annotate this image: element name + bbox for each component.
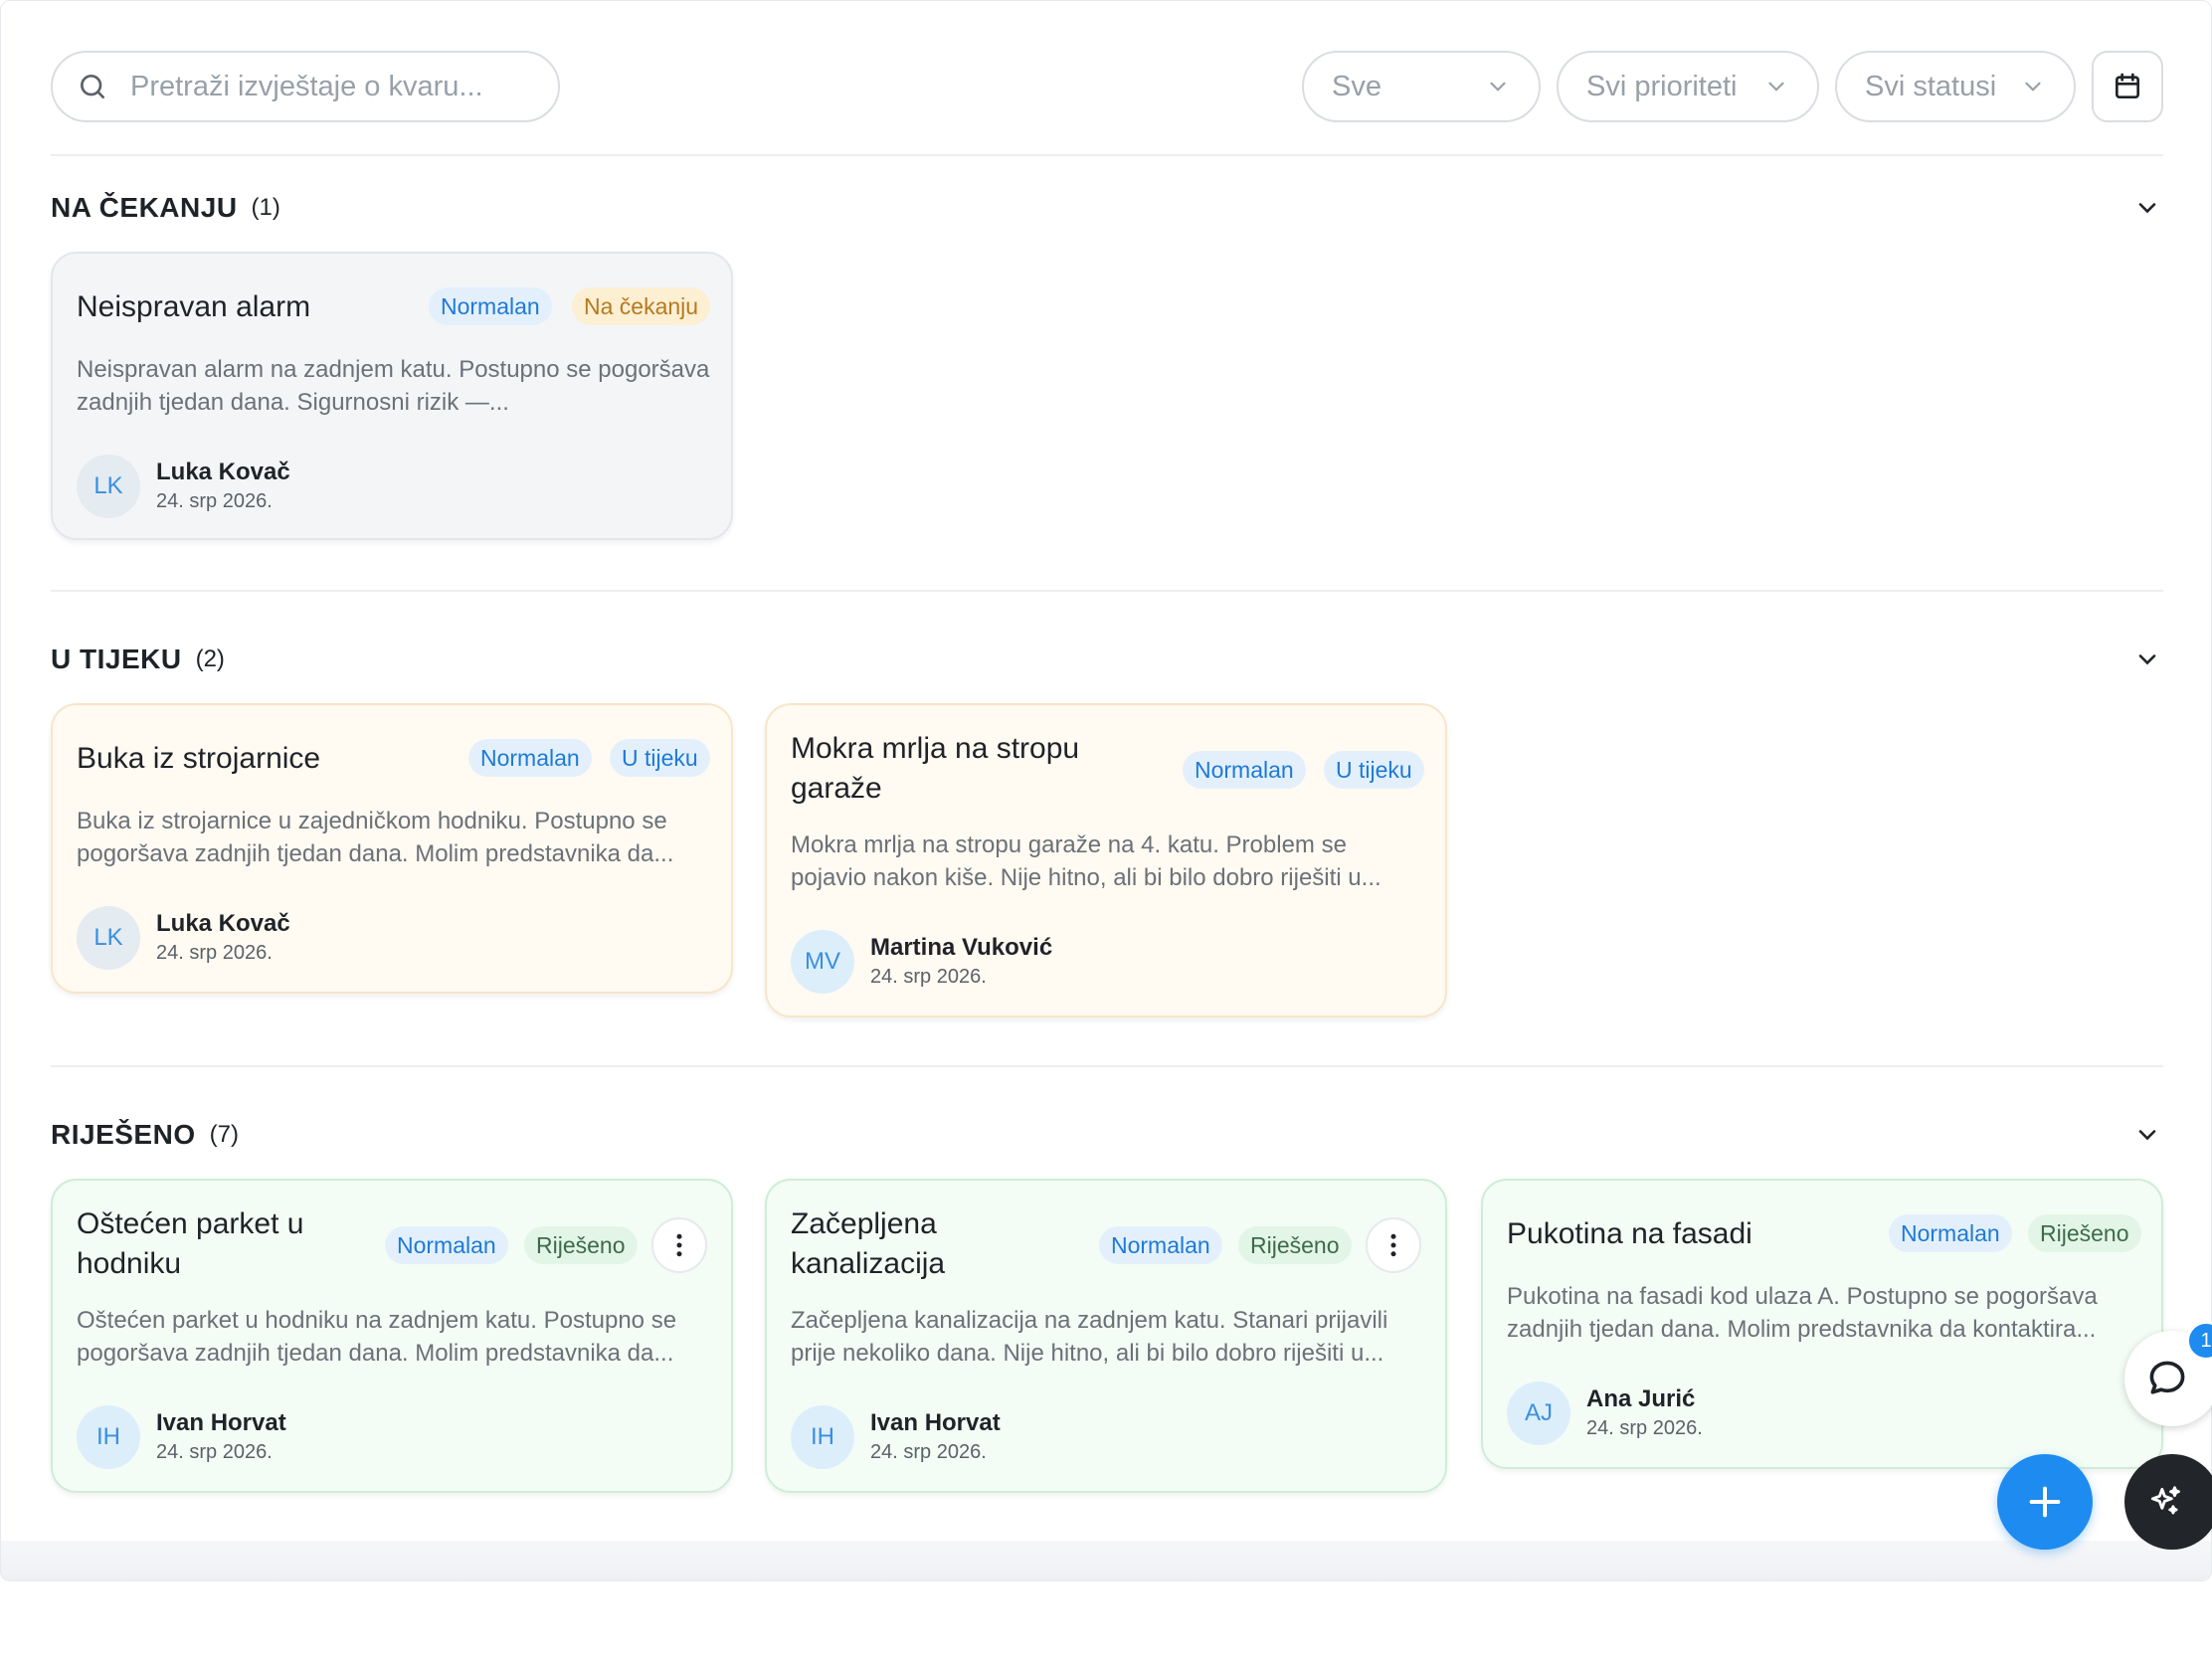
report-card[interactable]: Neispravan alarm Normalan Na čekanju Nei… bbox=[51, 252, 733, 540]
card-description: Mokra mrlja na stropu garaže na 4. katu.… bbox=[791, 831, 1382, 891]
more-options-button[interactable] bbox=[1366, 1217, 1421, 1273]
category-filter-select[interactable]: Sve bbox=[1302, 51, 1541, 122]
more-vertical-icon bbox=[1390, 1233, 1396, 1257]
card-description: Oštećen parket u hodniku na zadnjem katu… bbox=[77, 1307, 677, 1367]
priority-badge: Normalan bbox=[385, 1226, 508, 1264]
author-name: Ivan Horvat bbox=[870, 1409, 1001, 1436]
status-badge: Riješeno bbox=[524, 1226, 638, 1264]
status-badge: Riješeno bbox=[2028, 1214, 2141, 1252]
priority-badge: Normalan bbox=[1099, 1226, 1222, 1264]
section-title: RIJEŠENO bbox=[51, 1119, 196, 1150]
card-title: Oštećen parket u hodniku bbox=[77, 1207, 304, 1280]
search-box[interactable] bbox=[51, 51, 560, 122]
avatar: LK bbox=[77, 906, 140, 970]
report-card[interactable]: Buka iz strojarnice Normalan U tijeku Bu… bbox=[51, 703, 733, 994]
report-date: 24. srp 2026. bbox=[1586, 1417, 1703, 1439]
sparkles-icon bbox=[2150, 1486, 2180, 1515]
card-description: Pukotina na fasadi kod ulaza A. Postupno… bbox=[1507, 1283, 2098, 1343]
chevron-down-icon[interactable] bbox=[2133, 194, 2161, 222]
search-icon bbox=[81, 75, 104, 98]
chevron-down-icon bbox=[2025, 82, 2041, 92]
divider bbox=[51, 1065, 2163, 1067]
status-badge: Na čekanju bbox=[572, 287, 711, 325]
author-name: Luka Kovač bbox=[156, 910, 290, 937]
card-title: Začepljena kanalizacija bbox=[791, 1207, 946, 1280]
add-report-button[interactable] bbox=[1997, 1454, 2093, 1550]
report-card[interactable]: Mokra mrlja na stropu garaže Normalan U … bbox=[765, 703, 1447, 1017]
status-badge: Riješeno bbox=[1238, 1226, 1352, 1264]
priority-badge: Normalan bbox=[468, 739, 592, 777]
section-header-in-progress[interactable]: U TIJEKU (2) bbox=[51, 640, 2163, 679]
chat-icon bbox=[2149, 1361, 2185, 1394]
priority-badge: Normalan bbox=[1889, 1214, 2012, 1252]
card-title: Pukotina na fasadi bbox=[1507, 1217, 1752, 1250]
priority-filter-value: Svi prioriteti bbox=[1586, 70, 1738, 102]
card-title: Buka iz strojarnice bbox=[77, 742, 321, 775]
chevron-down-icon[interactable] bbox=[2133, 1121, 2161, 1149]
status-filter-select[interactable]: Svi statusi bbox=[1835, 51, 2076, 122]
section-title: NA ČEKANJU bbox=[51, 192, 238, 223]
card-description: Buka iz strojarnice u zajedničkom hodnik… bbox=[77, 808, 674, 867]
report-date: 24. srp 2026. bbox=[870, 966, 987, 988]
author-name: Martina Vuković bbox=[870, 934, 1053, 961]
date-filter-button[interactable] bbox=[2092, 51, 2163, 122]
ai-assistant-button[interactable] bbox=[2124, 1454, 2212, 1550]
section-count: (2) bbox=[195, 645, 225, 672]
priority-badge: Normalan bbox=[429, 287, 552, 325]
report-card[interactable]: Začepljena kanalizacija Normalan Riješen… bbox=[765, 1179, 1447, 1493]
report-date: 24. srp 2026. bbox=[156, 490, 273, 512]
divider bbox=[51, 154, 2163, 156]
card-description: Neispravan alarm na zadnjem katu. Postup… bbox=[77, 356, 710, 416]
section-count: (7) bbox=[209, 1121, 239, 1148]
author-name: Ivan Horvat bbox=[156, 1409, 286, 1436]
chevron-down-icon bbox=[1768, 82, 1784, 92]
report-date: 24. srp 2026. bbox=[156, 1441, 273, 1463]
avatar: MV bbox=[791, 930, 854, 994]
category-filter-value: Sve bbox=[1332, 70, 1382, 102]
search-input[interactable] bbox=[130, 70, 528, 103]
section-title: U TIJEKU bbox=[51, 644, 182, 674]
report-date: 24. srp 2026. bbox=[870, 1441, 987, 1463]
priority-badge: Normalan bbox=[1183, 751, 1306, 789]
calendar-icon bbox=[2116, 73, 2139, 98]
more-options-button[interactable] bbox=[651, 1217, 707, 1273]
card-description: Začepljena kanalizacija na zadnjem katu.… bbox=[791, 1307, 1388, 1367]
status-filter-value: Svi statusi bbox=[1865, 70, 1997, 102]
chevron-down-icon bbox=[1490, 82, 1506, 92]
priority-filter-select[interactable]: Svi prioriteti bbox=[1557, 51, 1819, 122]
divider bbox=[51, 590, 2163, 592]
author-name: Ana Jurić bbox=[1586, 1385, 1696, 1412]
status-badge: U tijeku bbox=[610, 739, 710, 777]
avatar: LK bbox=[77, 455, 140, 518]
report-card[interactable]: Oštećen parket u hodniku Normalan Riješe… bbox=[51, 1179, 733, 1493]
report-card[interactable]: Pukotina na fasadi Normalan Riješeno Puk… bbox=[1481, 1179, 2163, 1469]
chevron-down-icon[interactable] bbox=[2133, 645, 2161, 673]
card-title: Mokra mrlja na stropu garaže bbox=[791, 732, 1080, 805]
section-header-resolved[interactable]: RIJEŠENO (7) bbox=[51, 1115, 2163, 1155]
avatar: IH bbox=[77, 1405, 140, 1469]
status-badge: U tijeku bbox=[1324, 751, 1424, 789]
page: Sve Svi prioriteti Svi statusi NA ČEKANJ… bbox=[0, 0, 2212, 1581]
section-header-pending[interactable]: NA ČEKANJU (1) bbox=[51, 188, 2163, 228]
section-count: (1) bbox=[251, 194, 280, 221]
card-title: Neispravan alarm bbox=[77, 290, 311, 323]
avatar: IH bbox=[791, 1405, 854, 1469]
plus-icon bbox=[2029, 1486, 2061, 1518]
bottom-fade bbox=[1, 1541, 2211, 1580]
more-vertical-icon bbox=[676, 1233, 682, 1257]
author-name: Luka Kovač bbox=[156, 459, 290, 485]
avatar: AJ bbox=[1507, 1382, 1570, 1445]
report-date: 24. srp 2026. bbox=[156, 942, 273, 964]
